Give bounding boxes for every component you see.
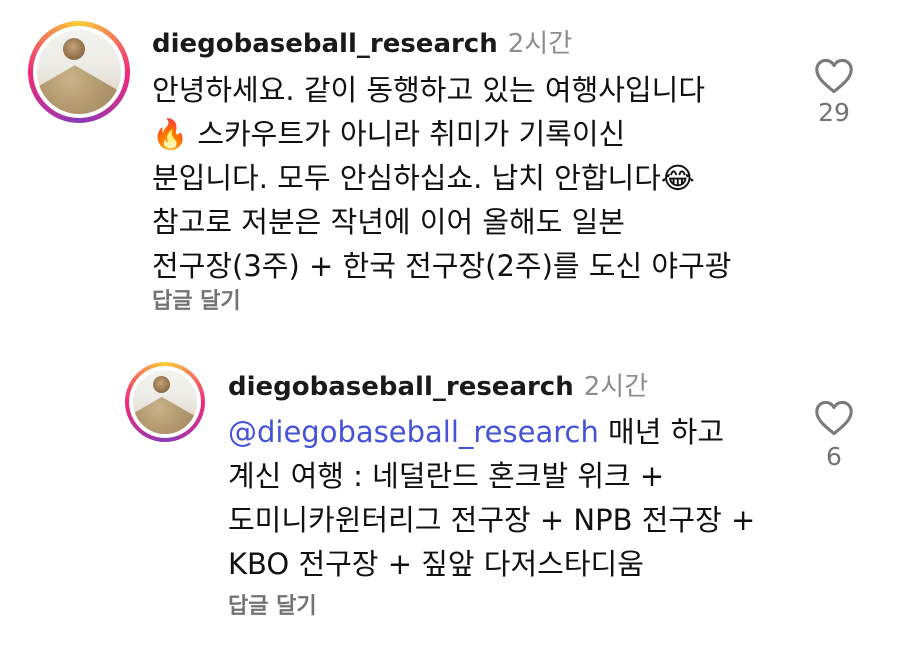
comment-time: 2시간 — [507, 29, 573, 59]
avatar[interactable] — [37, 30, 121, 114]
comment-text: @diegobaseball_research 매년 하고 계신 여행 : 네덜… — [228, 410, 788, 586]
like-control[interactable]: 29 — [800, 58, 868, 127]
heart-outline-icon[interactable] — [814, 400, 854, 436]
comment-header: diegobaseball_research 2시간 — [152, 23, 572, 60]
like-count: 6 — [826, 442, 842, 471]
avatar-ball — [153, 376, 170, 393]
reply-button[interactable]: 답글 달기 — [228, 588, 317, 620]
comment-text: 안녕하세요. 같이 동행하고 있는 여행사입니다 🔥 스카우트가 아니라 취미가… — [152, 73, 732, 283]
comment-time: 2시간 — [583, 372, 649, 402]
comment-header: diegobaseball_research 2시간 — [228, 366, 648, 403]
avatar-sand-pile — [133, 396, 197, 434]
heart-outline-icon[interactable] — [814, 58, 854, 94]
mention-link[interactable]: @diegobaseball_research — [228, 415, 599, 449]
avatar-sand-pile — [37, 65, 121, 114]
username[interactable]: diegobaseball_research — [152, 29, 498, 59]
avatar-ball — [63, 38, 85, 60]
username[interactable]: diegobaseball_research — [228, 372, 574, 402]
reply-button[interactable]: 답글 달기 — [152, 283, 241, 315]
avatar[interactable] — [133, 370, 197, 434]
like-count: 29 — [818, 98, 850, 127]
like-control[interactable]: 6 — [800, 400, 868, 471]
